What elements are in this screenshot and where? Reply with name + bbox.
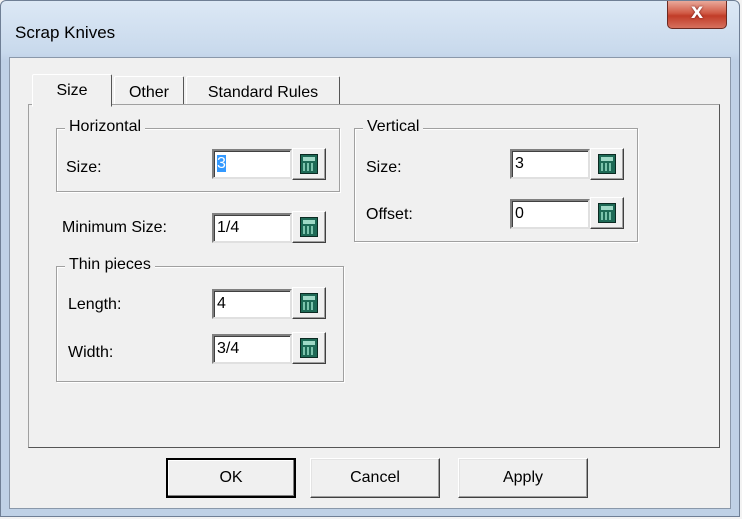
tab-other[interactable]: Other [114, 76, 184, 106]
thin-length-input[interactable]: 4 [212, 289, 292, 319]
title-bar[interactable]: Scrap Knives X [1, 1, 739, 57]
apply-button[interactable]: Apply [458, 458, 588, 498]
horizontal-size-value: 3 [217, 155, 226, 172]
tab-size[interactable]: Size [32, 74, 112, 107]
tab-standard-rules[interactable]: Standard Rules [186, 76, 340, 106]
close-icon: X [690, 3, 704, 22]
horizontal-size-label: Size: [66, 159, 102, 176]
vertical-offset-value: 0 [515, 205, 524, 222]
tab-size-label: Size [56, 82, 88, 99]
calculator-icon[interactable] [292, 332, 326, 364]
horizontal-size-input[interactable]: 3 [212, 149, 292, 179]
calculator-icon[interactable] [292, 287, 326, 319]
minimum-size-input[interactable]: 1/4 [212, 213, 292, 243]
minimum-size-label: Minimum Size: [62, 219, 167, 236]
vertical-offset-label: Offset: [366, 206, 413, 223]
tab-other-label: Other [128, 84, 169, 101]
thin-length-label: Length: [68, 296, 122, 313]
horizontal-legend: Horizontal [65, 118, 146, 136]
ok-button[interactable]: OK [166, 458, 296, 498]
vertical-size-value: 3 [515, 155, 524, 172]
minimum-size-value: 1/4 [217, 219, 240, 236]
thin-width-label: Width: [68, 344, 114, 361]
thin-width-value: 3/4 [217, 340, 240, 357]
cancel-button[interactable]: Cancel [310, 458, 440, 498]
calculator-icon[interactable] [292, 148, 326, 180]
close-button[interactable]: X [667, 1, 727, 29]
vertical-legend: Vertical [363, 118, 424, 136]
vertical-size-input[interactable]: 3 [510, 149, 590, 179]
thin-length-value: 4 [217, 295, 226, 312]
thin-width-input[interactable]: 3/4 [212, 334, 292, 364]
thin-pieces-group: Thin pieces [56, 256, 344, 382]
tab-standard-rules-label: Standard Rules [207, 84, 319, 101]
calculator-icon[interactable] [590, 148, 624, 180]
calculator-icon[interactable] [292, 211, 326, 243]
vertical-offset-input[interactable]: 0 [510, 199, 590, 229]
vertical-size-label: Size: [366, 159, 402, 176]
thin-pieces-legend: Thin pieces [65, 256, 155, 274]
window-title: Scrap Knives [15, 23, 116, 42]
calculator-icon[interactable] [590, 197, 624, 229]
